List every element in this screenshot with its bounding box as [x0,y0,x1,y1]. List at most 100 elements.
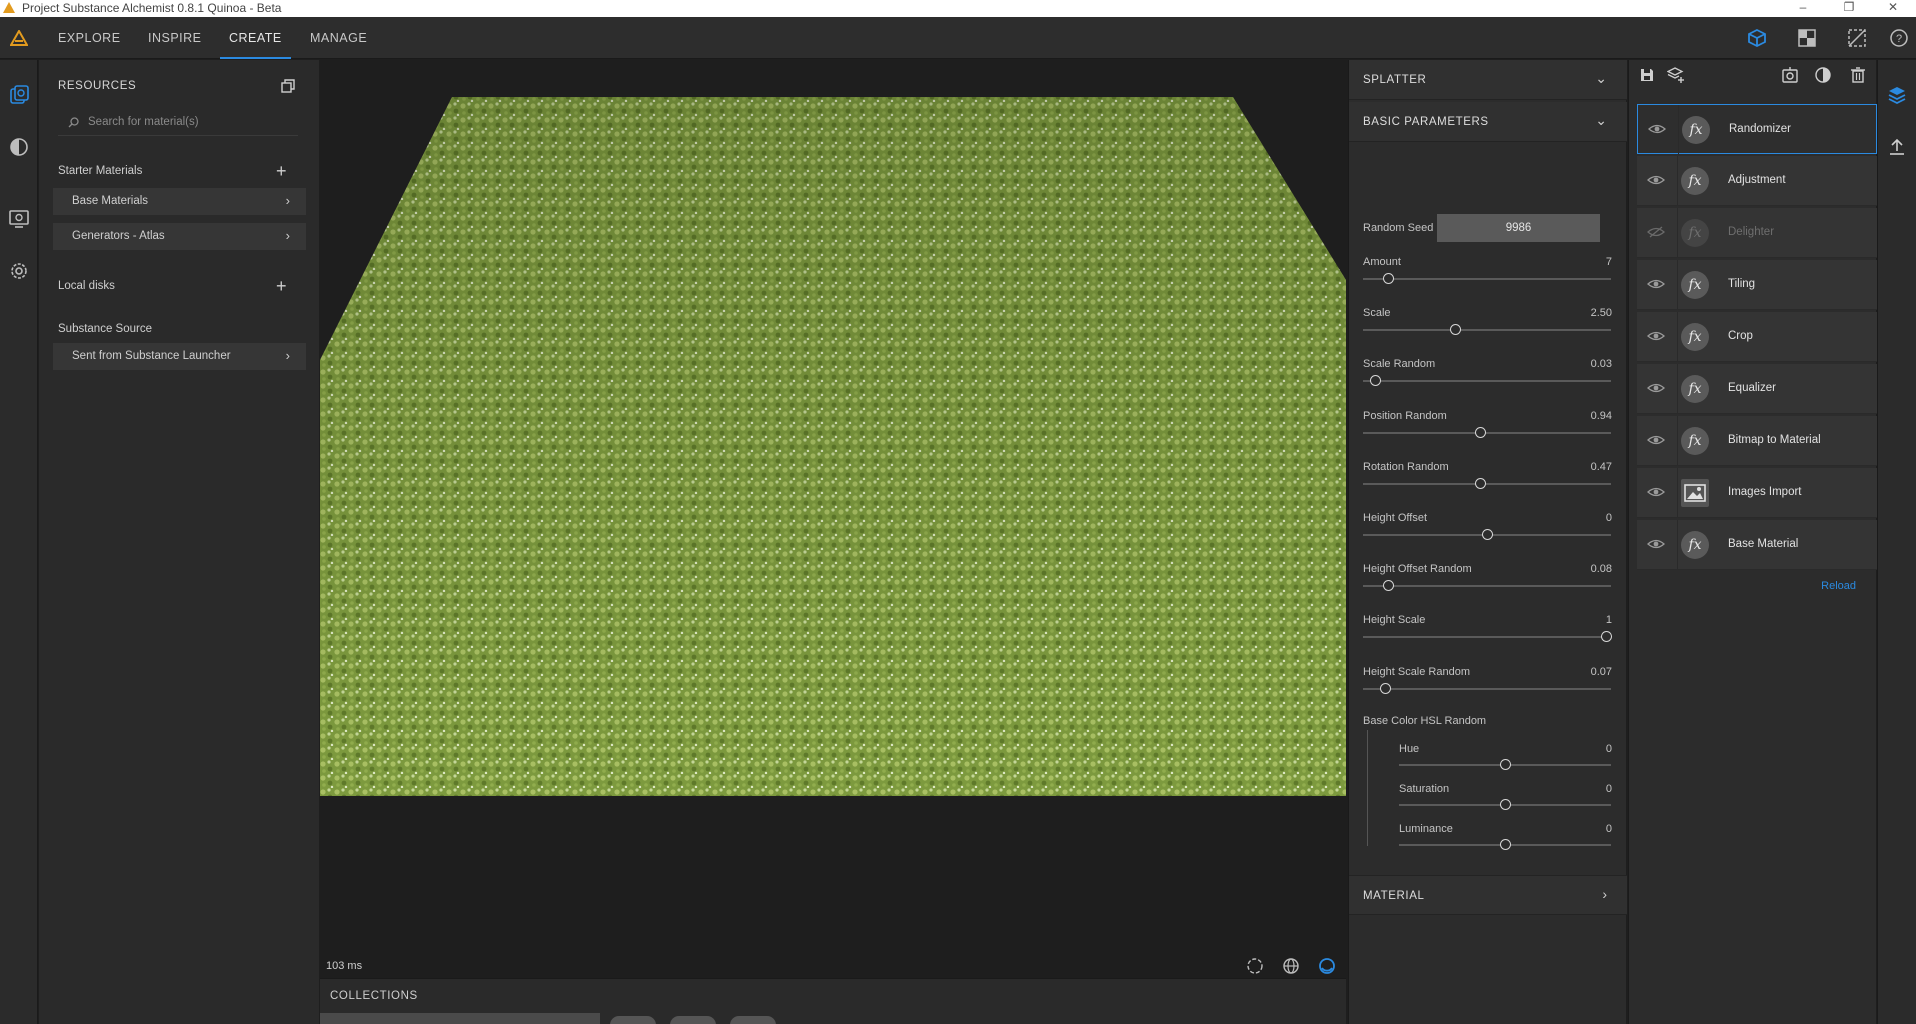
material-filter-icon[interactable] [1814,66,1832,84]
basic-parameters-header[interactable]: BASIC PARAMETERS ⌄ [1349,102,1627,142]
layer-row[interactable]: fx Equalizer [1637,364,1877,414]
layer-name: Adjustment [1728,174,1786,186]
layer-row[interactable]: fx Base Material [1637,520,1877,570]
random-seed-field[interactable]: 9986 [1437,214,1600,242]
material-header[interactable]: MATERIAL › [1349,875,1627,915]
param-slider-handle[interactable] [1482,529,1493,540]
param-slider-track[interactable] [1363,483,1611,485]
collection-thumbnail[interactable] [730,1016,776,1024]
add-local-disk-icon[interactable]: + [276,277,287,295]
splatter-header[interactable]: SPLATTER ⌄ [1349,60,1627,100]
collections-title: COLLECTIONS [330,990,418,1002]
param-value[interactable]: 2.50 [1591,307,1612,319]
param-value[interactable]: 0.47 [1591,461,1612,473]
layer-row[interactable]: fx Adjustment [1637,156,1877,206]
split-view-icon[interactable] [1846,28,1868,48]
eye-icon[interactable] [1647,329,1665,343]
environment-rotate-icon[interactable] [1244,955,1266,977]
close-button[interactable]: ✕ [1870,0,1916,17]
param-value[interactable]: 0.03 [1591,358,1612,370]
hsl-param-value[interactable]: 0 [1606,743,1612,755]
param-slider-handle[interactable] [1380,683,1391,694]
layer-divider [1677,520,1678,570]
param-slider-track[interactable] [1363,278,1611,280]
param-slider-handle[interactable] [1475,427,1486,438]
param-value[interactable]: 0.94 [1591,410,1612,422]
eye-icon[interactable] [1647,485,1665,499]
eye-icon[interactable] [1647,173,1665,187]
param-slider-handle[interactable] [1383,273,1394,284]
param-slider-track[interactable] [1363,636,1611,638]
tab-inspire[interactable]: INSPIRE [148,17,202,59]
param-slider-track[interactable] [1363,688,1611,690]
add-layer-icon[interactable] [1667,66,1685,84]
eye-icon[interactable] [1647,537,1665,551]
material-search-input[interactable]: Search for material(s) [58,108,298,136]
layer-row[interactable]: Images Import [1637,468,1877,518]
layer-row[interactable]: fx Crop [1637,312,1877,362]
param-value[interactable]: 7 [1606,256,1612,268]
preferences-gear-icon[interactable] [8,260,30,282]
2d-view-icon[interactable] [1796,28,1818,48]
new-window-icon[interactable] [280,78,296,94]
fx-icon: fx [1681,375,1709,403]
hsl-slider-handle[interactable] [1500,839,1511,850]
minimize-button[interactable]: – [1780,0,1826,17]
reload-link[interactable]: Reload [1821,580,1856,592]
hsl-param-value[interactable]: 0 [1606,823,1612,835]
substance-filter-icon[interactable] [1781,66,1799,84]
restore-button[interactable]: ❐ [1826,0,1872,17]
param-value[interactable]: 1 [1606,614,1612,626]
collection-thumbnail[interactable] [610,1016,656,1024]
eye-icon[interactable] [1647,277,1665,291]
hsl-slider-handle[interactable] [1500,759,1511,770]
3d-viewport[interactable]: 103 ms [320,60,1346,978]
param-value[interactable]: 0.08 [1591,563,1612,575]
param-slider-handle[interactable] [1601,631,1612,642]
resource-item-generators-atlas[interactable]: Generators - Atlas › [53,223,306,250]
eye-icon[interactable] [1648,122,1666,136]
add-starter-icon[interactable]: + [276,162,287,180]
save-icon[interactable] [1638,66,1656,84]
param-slider-track[interactable] [1363,585,1611,587]
layers-icon[interactable] [1886,84,1908,106]
hsl-slider-handle[interactable] [1500,799,1511,810]
delete-icon[interactable] [1849,66,1867,84]
param-slider-track[interactable] [1363,380,1611,382]
eye-hidden-icon[interactable] [1647,225,1665,239]
param-slider-handle[interactable] [1450,324,1461,335]
material-sphere-icon[interactable] [8,136,30,158]
param-slider-handle[interactable] [1475,478,1486,489]
param-value[interactable]: 0.07 [1591,666,1612,678]
layer-row[interactable]: fx Randomizer [1637,104,1877,155]
lighting-sphere-icon[interactable] [1316,955,1338,977]
param-slider-track[interactable] [1363,329,1611,331]
help-icon[interactable]: ? [1888,28,1910,48]
eye-icon[interactable] [1647,381,1665,395]
resource-item-sent-from-launcher[interactable]: Sent from Substance Launcher › [53,343,306,370]
param-value[interactable]: 0 [1606,512,1612,524]
3d-view-icon[interactable] [1746,28,1768,48]
layer-name: Images Import [1728,486,1802,498]
resource-item-base-materials[interactable]: Base Materials › [53,188,306,215]
layer-row[interactable]: fx Bitmap to Material [1637,416,1877,466]
globe-icon[interactable] [1280,955,1302,977]
export-icon[interactable] [1886,136,1908,158]
layer-row[interactable]: fx Delighter [1637,208,1877,258]
tab-explore[interactable]: EXPLORE [58,17,121,59]
layer-row[interactable]: fx Tiling [1637,260,1877,310]
param-slider-handle[interactable] [1383,580,1394,591]
display-settings-icon[interactable] [8,208,30,230]
eye-icon[interactable] [1647,433,1665,447]
param-slider-handle[interactable] [1370,375,1381,386]
collection-thumbnail[interactable] [670,1016,716,1024]
title-bar: Project Substance Alchemist 0.8.1 Quinoa… [0,0,1916,17]
grass-material-preview[interactable] [320,60,1346,920]
tab-create[interactable]: CREATE [220,17,291,59]
hsl-param-value[interactable]: 0 [1606,783,1612,795]
param-slider-track[interactable] [1363,432,1611,434]
layer-name: Crop [1728,330,1753,342]
tab-manage[interactable]: MANAGE [310,17,367,59]
resources-icon[interactable] [8,84,30,106]
collection-strip[interactable] [320,1013,600,1024]
